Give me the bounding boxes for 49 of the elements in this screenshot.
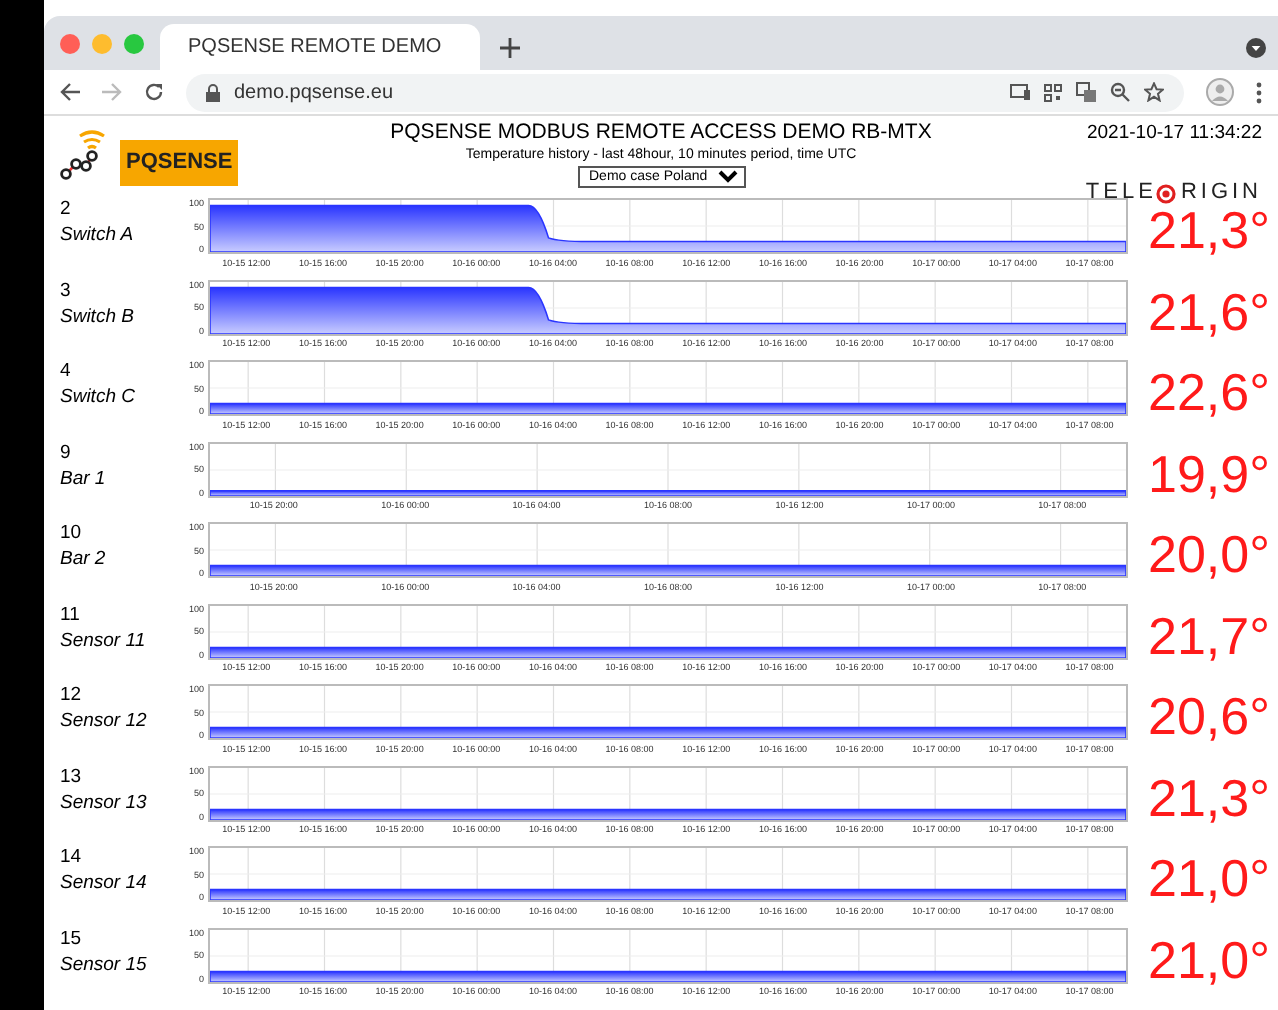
temperature-value: 21,0° — [1147, 850, 1270, 906]
translate-icon[interactable] — [1076, 82, 1096, 102]
sensor-number: 14 — [60, 846, 84, 870]
sensor-number: 3 — [60, 279, 73, 303]
sensor-name: Sensor 15 — [60, 951, 149, 977]
temperature-value: 19,9° — [1147, 445, 1270, 501]
sensor-number: 15 — [60, 927, 84, 951]
cast-icon[interactable] — [1010, 84, 1030, 100]
temperature-value: 20,6° — [1147, 688, 1270, 744]
lock-icon — [206, 83, 220, 101]
sensor-name: Sensor 14 — [60, 870, 149, 896]
sensor-number: 13 — [60, 765, 84, 789]
temperature-value: 21,7° — [1147, 607, 1270, 663]
sensor-name: Sensor 13 — [60, 789, 149, 815]
sensor-name: Bar 2 — [60, 546, 108, 572]
sensor-number: 4 — [60, 360, 73, 384]
sensor-number: 11 — [60, 603, 82, 627]
temperature-value: 22,6° — [1147, 364, 1270, 420]
sensor-number: 9 — [60, 441, 73, 465]
zoom-icon[interactable] — [1110, 82, 1130, 102]
sensor-number: 2 — [60, 198, 73, 222]
back-icon[interactable] — [60, 82, 80, 102]
star-icon[interactable] — [1144, 82, 1164, 102]
date-time: 2021-10-17 11:34:22 — [1086, 120, 1262, 148]
sensor-name: Switch C — [60, 384, 137, 410]
dropdown-icon[interactable] — [1246, 37, 1266, 57]
brand-logo-icon — [1156, 183, 1177, 203]
temperature-value: 21,3° — [1147, 769, 1270, 825]
sensor-name: Switch B — [60, 303, 136, 329]
browser-tab[interactable]: PQSENSE REMOTE DEMO — [160, 24, 480, 70]
qr-code-icon[interactable] — [1044, 83, 1062, 101]
menu-icon[interactable] — [1256, 81, 1262, 103]
temperature-value: 21,0° — [1147, 931, 1270, 987]
sensor-name: Sensor 11 — [60, 627, 148, 653]
page-title: PQSENSE MODBUS REMOTE ACCESS DEMO RB-MTX — [390, 120, 932, 146]
address-bar[interactable]: demo.pqsense.eu — [186, 73, 1184, 111]
sensor-name: Sensor 12 — [60, 708, 149, 734]
temperature-value: 20,0° — [1147, 526, 1270, 582]
new-tab-icon[interactable] — [500, 37, 520, 57]
logo-text: PQSENSE — [120, 140, 239, 185]
tab-title: PQSENSE REMOTE DEMO — [188, 34, 442, 62]
sensor-name: Bar 1 — [60, 465, 108, 491]
sensor-number: 10 — [60, 522, 84, 546]
temperature-value: 21,6° — [1147, 283, 1270, 339]
signal-logo-icon — [60, 126, 108, 183]
sensor-name: Switch A — [60, 222, 136, 248]
reload-icon[interactable] — [144, 82, 164, 102]
url-text: demo.pqsense.eu — [234, 79, 394, 107]
sensor-number: 12 — [60, 684, 84, 708]
